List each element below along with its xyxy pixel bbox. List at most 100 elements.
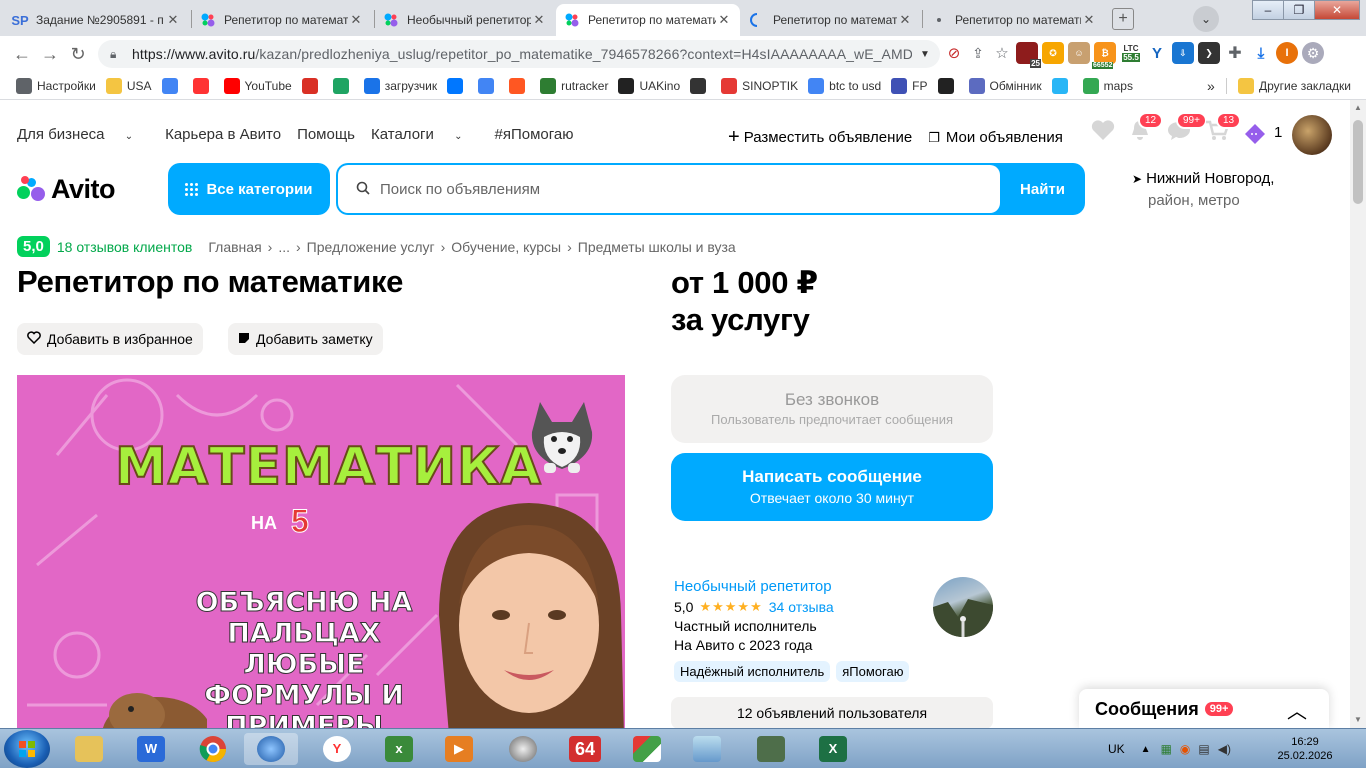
- user-ads-button[interactable]: 12 объявлений пользователя: [671, 697, 993, 728]
- messages-button[interactable]: 99+: [1166, 112, 1207, 147]
- extension-fox-icon[interactable]: ✪: [1042, 42, 1064, 64]
- litecoin-icon[interactable]: LTC 55.5: [1120, 42, 1142, 64]
- cart-button[interactable]: 13: [1204, 112, 1242, 147]
- seller-avatar[interactable]: [933, 577, 993, 637]
- browser-tab-3[interactable]: Необычный репетитор ✕: [375, 4, 555, 36]
- bookmark-item[interactable]: maps: [1082, 77, 1133, 94]
- omnibox-dropdown-icon[interactable]: ▼: [920, 49, 930, 60]
- taskbar-remote-desktop[interactable]: [744, 733, 798, 765]
- other-bookmarks[interactable]: Другие закладки: [1238, 77, 1351, 94]
- bookmark-item[interactable]: btc to usd: [808, 77, 881, 94]
- tab-close-icon[interactable]: ✕: [165, 12, 181, 28]
- bookmark-item[interactable]: [690, 77, 711, 94]
- bookmark-item[interactable]: UAKino: [618, 77, 680, 94]
- nav-career[interactable]: Карьера в Авито: [165, 126, 281, 143]
- nav-help[interactable]: Помощь: [297, 126, 355, 143]
- taskbar-colorful-app[interactable]: [620, 733, 674, 765]
- breadcrumb-link[interactable]: Главная: [208, 239, 261, 255]
- messages-panel[interactable]: Сообщения 99+ ︿: [1079, 689, 1329, 729]
- tab-close-icon[interactable]: ✕: [348, 12, 364, 28]
- taskbar-clock[interactable]: 16:29 25.02.2026: [1270, 735, 1340, 763]
- my-ads-link[interactable]: ❐ Мои объявления: [928, 129, 1063, 146]
- bookmark-item[interactable]: [447, 77, 468, 94]
- add-note-button[interactable]: Добавить заметку: [228, 323, 383, 355]
- bookmarks-overflow-icon[interactable]: »: [1207, 78, 1215, 94]
- bookmark-item[interactable]: USA: [105, 77, 152, 94]
- url-text[interactable]: https://www.avito.ru/kazan/predlozheniya…: [132, 46, 912, 62]
- all-categories-button[interactable]: Все категории: [168, 163, 330, 215]
- close-window-icon[interactable]: ✕: [1314, 0, 1360, 20]
- nav-ya-pomogayu[interactable]: #яПомогаю: [494, 126, 573, 143]
- minimize-icon[interactable]: –: [1252, 0, 1284, 20]
- browser-tab-5[interactable]: Репетитор по математи ✕: [741, 4, 921, 36]
- taskbar-yandex[interactable]: Y: [310, 733, 364, 765]
- breadcrumb-link[interactable]: Предложение услуг: [307, 239, 435, 255]
- tab-close-icon[interactable]: ✕: [531, 12, 547, 28]
- taskbar-network-app[interactable]: [244, 733, 298, 765]
- taskbar-excel[interactable]: X: [806, 733, 860, 765]
- downloads-icon[interactable]: ⤓: [1250, 42, 1272, 64]
- tray-network-icon[interactable]: ▤: [1198, 742, 1209, 756]
- extension-face-icon[interactable]: ☺: [1068, 42, 1090, 64]
- taskbar-notepad[interactable]: [680, 733, 734, 765]
- write-message-button[interactable]: Написать сообщение Отвечает около 30 мин…: [671, 453, 993, 521]
- breadcrumb-link[interactable]: Обучение, курсы: [451, 239, 561, 255]
- address-bar[interactable]: 🔒︎ https://www.avito.ru/kazan/predlozhen…: [98, 40, 940, 68]
- forward-icon[interactable]: →: [36, 44, 64, 65]
- browser-tab-6[interactable]: Репетитор по математи ✕: [923, 4, 1105, 36]
- reload-icon[interactable]: ↻: [64, 44, 92, 65]
- search-input[interactable]: Поиск по объявлениям: [338, 165, 1000, 213]
- browser-tab-1[interactable]: SP Задание №2905891 - п ✕: [4, 4, 189, 36]
- scrollbar-thumb[interactable]: [1353, 120, 1363, 204]
- maximize-icon[interactable]: ❐: [1283, 0, 1315, 20]
- coupons-button[interactable]: 1: [1242, 121, 1286, 145]
- taskbar-excel-launcher[interactable]: x: [372, 733, 426, 765]
- add-to-favorites-button[interactable]: Добавить в избранное: [17, 323, 203, 355]
- favorites-button[interactable]: [1090, 118, 1120, 147]
- bookmark-item[interactable]: [509, 77, 530, 94]
- taskbar-explorer[interactable]: [62, 733, 116, 765]
- scroll-up-icon[interactable]: ▲: [1350, 100, 1366, 116]
- tab-search-dropdown-icon[interactable]: ⌄: [1193, 6, 1219, 32]
- tray-expand-icon[interactable]: ▲: [1141, 744, 1151, 755]
- breadcrumb-link[interactable]: ...: [278, 239, 290, 255]
- avito-logo[interactable]: Avito: [17, 174, 116, 205]
- bookmark-item[interactable]: Обмінник: [968, 77, 1042, 94]
- bookmark-item[interactable]: [332, 77, 354, 94]
- tray-app-icon[interactable]: ▦: [1161, 742, 1172, 756]
- bookmark-item[interactable]: [161, 77, 183, 94]
- search-submit-button[interactable]: Найти: [1000, 163, 1085, 215]
- profile-icon[interactable]: I: [1276, 42, 1298, 64]
- taskbar-clock-app[interactable]: [496, 733, 550, 765]
- extension-shield-icon[interactable]: 25: [1016, 42, 1041, 68]
- menu-settings-icon[interactable]: ⚙: [1302, 42, 1324, 64]
- place-ad-link[interactable]: + Разместить объявление: [728, 126, 912, 149]
- bookmark-item[interactable]: rutracker: [540, 77, 608, 94]
- nav-catalogs[interactable]: Каталоги ⌄: [371, 126, 478, 143]
- seller-tag[interactable]: Надёжный исполнитель: [674, 661, 831, 682]
- tab-close-icon[interactable]: ✕: [897, 12, 913, 28]
- bookmark-item[interactable]: [937, 77, 959, 94]
- nav-for-business[interactable]: Для бизнеса ⌄: [17, 126, 149, 143]
- bookmark-item[interactable]: [301, 77, 323, 94]
- location-selector[interactable]: ➤ Нижний Новгород, район, метро: [1132, 168, 1274, 212]
- bookmark-item[interactable]: [192, 77, 214, 94]
- bookmark-star-icon[interactable]: ☆: [992, 44, 1012, 62]
- bookmark-item[interactable]: [478, 77, 499, 94]
- tray-rss-icon[interactable]: ◉: [1180, 742, 1190, 756]
- bookmark-item[interactable]: SINOPTIK: [721, 77, 798, 94]
- bitcoin-icon[interactable]: ₿ 66552: [1092, 42, 1116, 69]
- back-icon[interactable]: ←: [8, 44, 36, 65]
- bookmark-item[interactable]: FP: [891, 77, 928, 94]
- extension-download-icon[interactable]: ⇩: [1172, 42, 1194, 64]
- share-icon[interactable]: ⇪: [968, 45, 988, 62]
- bookmark-item[interactable]: загрузчик: [363, 77, 437, 94]
- seller-reviews-link[interactable]: 34 отзыва: [769, 599, 834, 615]
- browser-tab-active[interactable]: Репетитор по математи ✕: [556, 4, 740, 36]
- bookmark-item[interactable]: [1051, 77, 1073, 94]
- notifications-button[interactable]: 12: [1128, 112, 1166, 147]
- block-camera-icon[interactable]: ⊘: [944, 44, 964, 62]
- taskbar-media-player[interactable]: ▶: [432, 733, 486, 765]
- tab-close-icon[interactable]: ✕: [716, 12, 732, 28]
- listing-photo[interactable]: МАТЕМАТИКА НА 5 ОБЪЯСНЮ НА ПАЛЬЦАХ ЛЮБЫЕ…: [17, 375, 625, 728]
